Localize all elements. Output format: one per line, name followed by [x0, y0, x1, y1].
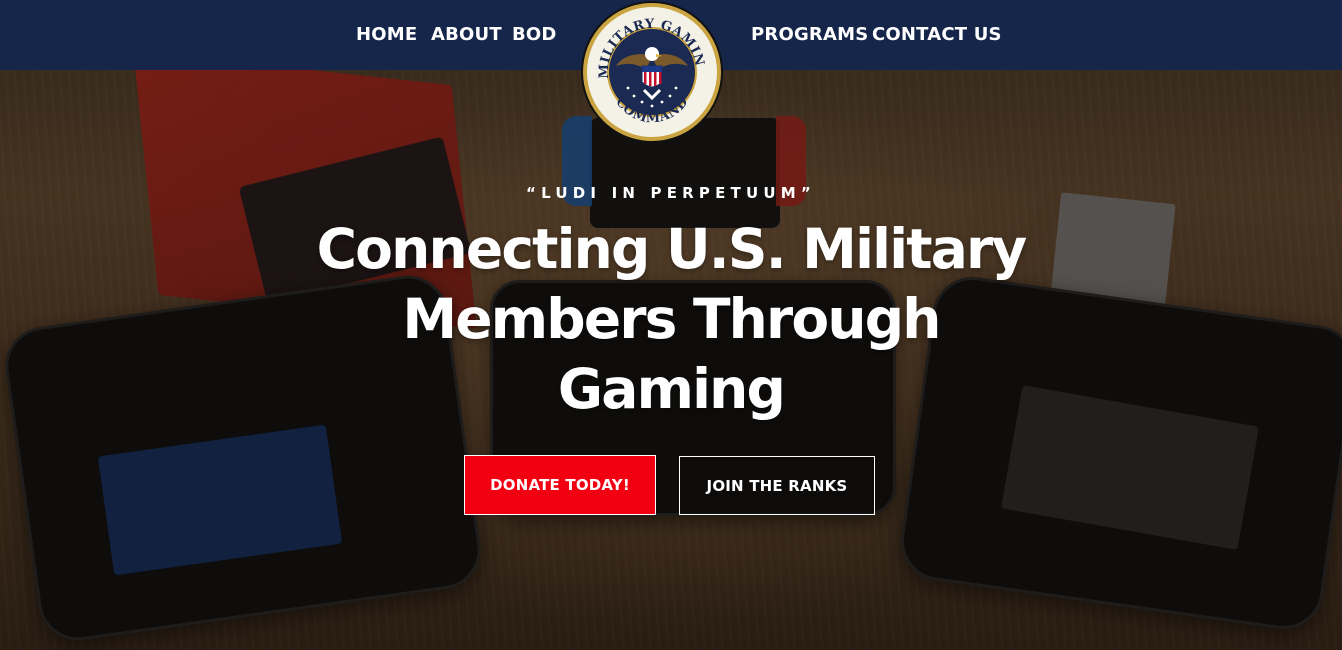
military-gaming-command-logo[interactable]: MILITARY GAMING COMMAND [580, 0, 724, 144]
join-the-ranks-button[interactable]: JOIN THE RANKS [679, 456, 875, 515]
donate-today-button[interactable]: DONATE TODAY! [464, 455, 656, 515]
nav-link-bod[interactable]: BOD [512, 22, 557, 48]
nav-link-about[interactable]: ABOUT [431, 22, 502, 48]
nav-link-home[interactable]: HOME [356, 22, 417, 48]
hero-motto: “LUDI IN PERPETUUM” [526, 184, 816, 202]
nav-link-programs[interactable]: PROGRAMS [751, 22, 868, 48]
hero-headline: Connecting U.S. Military Members Through… [316, 217, 1028, 421]
page: HOME ABOUT BOD PROGRAMS CONTACT US MILIT… [0, 0, 1342, 650]
nav-link-contact-us[interactable]: CONTACT US [872, 22, 1002, 48]
